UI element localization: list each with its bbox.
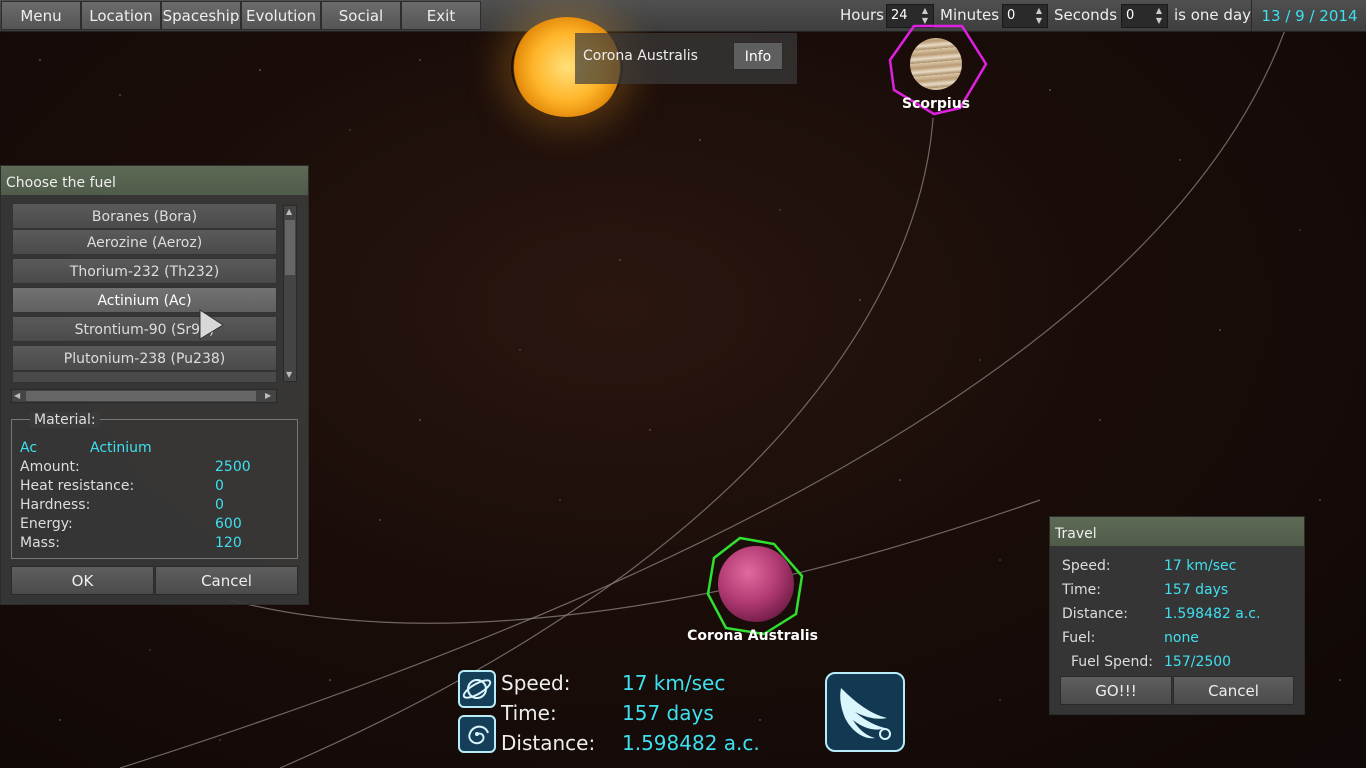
down-arrow-icon[interactable]: ▼ (1033, 16, 1045, 26)
menu-button[interactable]: Menu (1, 1, 81, 30)
material-row-label: Energy: (20, 516, 73, 532)
material-row-label: Mass: (20, 535, 60, 551)
hud-time-value: 157 days (622, 701, 714, 725)
material-row-label: Hardness: (20, 497, 91, 513)
material-row-value: 120 (215, 535, 242, 551)
exit-button[interactable]: Exit (401, 1, 481, 30)
top-toolbar: Menu Location Spaceship Evolution Social… (0, 0, 1366, 32)
hud-distance-label: Distance: (501, 731, 596, 755)
travel-row-value: 17 km/sec (1164, 558, 1237, 574)
fuel-list-item-selected[interactable]: Actinium (Ac) (12, 287, 277, 313)
social-button[interactable]: Social (321, 1, 401, 30)
hscroll-thumb[interactable] (26, 391, 256, 401)
material-name: Actinium (90, 440, 152, 456)
fuel-list-vscrollbar[interactable]: ▲ ▼ (283, 205, 297, 382)
travel-row-label: Speed: (1062, 558, 1111, 574)
info-button[interactable]: Info (733, 42, 783, 70)
travel-row-label: Time: (1062, 582, 1101, 598)
cursor-icon (199, 309, 224, 340)
down-arrow-icon[interactable]: ▼ (286, 369, 292, 381)
go-button[interactable]: GO!!! (1060, 676, 1172, 705)
vscroll-thumb[interactable] (285, 220, 295, 275)
up-arrow-icon[interactable]: ▲ (1033, 6, 1045, 16)
travel-row-label: Distance: (1062, 606, 1128, 622)
planet-corona-australis[interactable] (718, 546, 794, 622)
hud-distance-value: 1.598482 a.c. (622, 731, 760, 755)
minutes-value: 0 (1007, 8, 1016, 23)
scorpius-label: Scorpius (901, 96, 971, 112)
day-suffix-label: is one day (1174, 6, 1252, 24)
left-arrow-icon[interactable]: ◀ (14, 390, 20, 402)
hud-speed-value: 17 km/sec (622, 671, 726, 695)
fuel-dialog-title: Choose the fuel (1, 166, 308, 195)
material-row-value: 600 (215, 516, 242, 532)
seconds-value: 0 (1126, 8, 1135, 23)
material-row-value: 2500 (215, 459, 251, 475)
wing-icon[interactable] (825, 672, 905, 752)
fuel-list-item[interactable]: Thorium-232 (Th232) (12, 258, 277, 284)
corona-australis-label: Corona Australis (687, 628, 818, 644)
fuel-list-item[interactable]: Aerozine (Aeroz) (12, 229, 277, 255)
travel-row-label: Fuel: (1062, 630, 1096, 646)
fuel-list-item[interactable]: Boranes (Bora) (12, 203, 277, 229)
seconds-label: Seconds (1054, 6, 1118, 24)
travel-row-label: Fuel Spend: (1071, 654, 1153, 670)
travel-row-value: none (1164, 630, 1199, 646)
travel-row-value: 1.598482 a.c. (1164, 606, 1261, 622)
planet-scorpius[interactable] (910, 38, 962, 90)
up-arrow-icon[interactable]: ▲ (919, 6, 931, 16)
material-row-value: 0 (215, 497, 224, 513)
fuel-list-item[interactable]: Strontium-90 (Sr90) (12, 316, 277, 342)
fuel-list-item[interactable]: Plutonium-238 (Pu238) (12, 345, 277, 371)
current-date: 13 / 9 / 2014 (1251, 0, 1366, 31)
cancel-button[interactable]: Cancel (155, 566, 298, 595)
hours-label: Hours (840, 6, 884, 24)
seconds-spinbox[interactable]: 0 ▲ ▼ (1121, 4, 1168, 28)
fuel-list-item-partial[interactable] (12, 371, 277, 383)
travel-row-value: 157/2500 (1164, 654, 1232, 670)
hud-time-label: Time: (501, 701, 557, 725)
hud-speed-label: Speed: (501, 671, 571, 695)
evolution-button[interactable]: Evolution (241, 1, 321, 30)
location-button[interactable]: Location (81, 1, 161, 30)
up-arrow-icon[interactable]: ▲ (286, 206, 292, 218)
up-arrow-icon[interactable]: ▲ (1153, 6, 1165, 16)
down-arrow-icon[interactable]: ▼ (1153, 16, 1165, 26)
material-row-label: Amount: (20, 459, 80, 475)
material-row-value: 0 (215, 478, 224, 494)
fuel-list-hscrollbar[interactable]: ◀ ▶ (11, 389, 277, 403)
tooltip-planet-name: Corona Australis (583, 48, 698, 64)
ok-button[interactable]: OK (11, 566, 154, 595)
travel-panel-title: Travel (1050, 517, 1304, 546)
material-symbol: Ac (20, 440, 38, 456)
spaceship-button[interactable]: Spaceship (161, 1, 241, 30)
galaxy-icon[interactable] (458, 715, 496, 753)
right-arrow-icon[interactable]: ▶ (265, 390, 271, 402)
material-row-label: Heat resistance: (20, 478, 135, 494)
material-legend: Material: (30, 412, 100, 428)
travel-cancel-button[interactable]: Cancel (1173, 676, 1294, 705)
planet-icon[interactable] (458, 670, 496, 708)
minutes-spinbox[interactable]: 0 ▲ ▼ (1002, 4, 1048, 28)
travel-row-value: 157 days (1164, 582, 1229, 598)
